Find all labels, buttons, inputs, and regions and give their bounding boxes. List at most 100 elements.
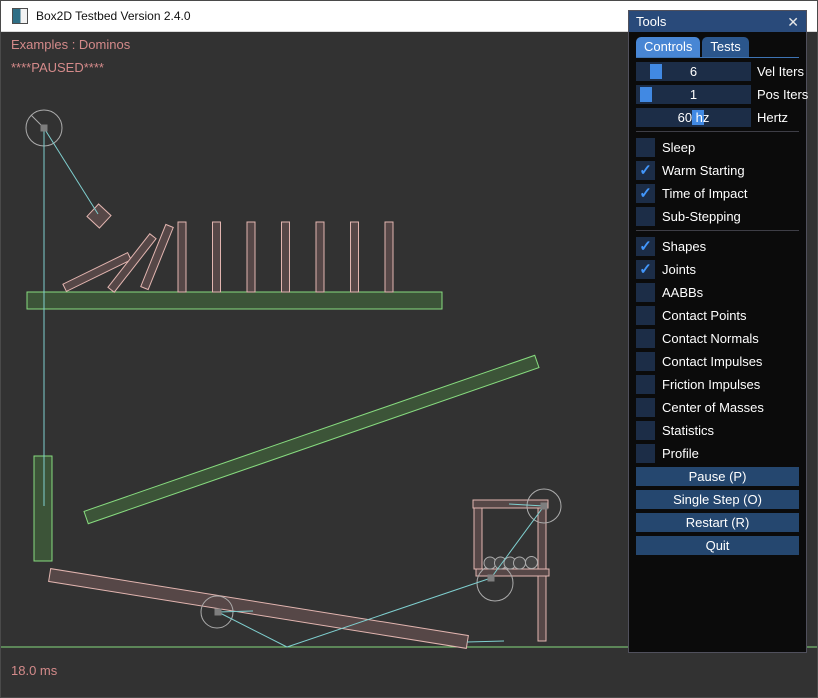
separator: [636, 131, 799, 132]
checkbox[interactable]: [636, 421, 655, 440]
checkbox-row-friction-impulses[interactable]: Friction Impulses: [636, 375, 799, 394]
frame-time-label: 18.0 ms: [11, 663, 57, 678]
standing-domino-3: [247, 222, 255, 292]
checkbox-label: Shapes: [662, 239, 706, 254]
checkbox[interactable]: ✓: [636, 184, 655, 203]
frame-shelf: [476, 569, 549, 576]
checkbox-label: Center of Masses: [662, 400, 764, 415]
joint-pendulum: [44, 128, 98, 214]
checkbox[interactable]: ✓: [636, 260, 655, 279]
checkbox-row-contact-points[interactable]: Contact Points: [636, 306, 799, 325]
checkbox-row-sleep[interactable]: Sleep: [636, 138, 799, 157]
checkbox-label: Time of Impact: [662, 186, 747, 201]
single-step-button[interactable]: Single Step (O): [636, 490, 799, 509]
checkbox-label: Profile: [662, 446, 699, 461]
anchor-seesaw: [215, 609, 222, 616]
checkmark-icon: ✓: [639, 186, 652, 201]
seesaw-plank: [49, 569, 469, 649]
checkbox[interactable]: [636, 207, 655, 226]
standing-domino-5: [316, 222, 324, 292]
checkbox[interactable]: ✓: [636, 237, 655, 256]
checkbox-label: Joints: [662, 262, 696, 277]
long-ramp: [84, 355, 539, 523]
slider-list: 6Vel Iters 1Pos Iters 60 hz Hertz: [636, 62, 799, 127]
anchor-shelf: [488, 575, 495, 582]
tab-underline: [636, 57, 799, 58]
checkbox[interactable]: ✓: [636, 161, 655, 180]
draw-options-group: ✓ Shapes ✓ Joints AABBs Contact Points Contact…: [636, 237, 799, 463]
checkbox-label: Sub-Stepping: [662, 209, 741, 224]
checkmark-icon: ✓: [639, 239, 652, 254]
checkbox-row-joints[interactable]: ✓ Joints: [636, 260, 799, 279]
slider-value: 6: [636, 62, 751, 81]
checkbox[interactable]: [636, 352, 655, 371]
checkbox[interactable]: [636, 444, 655, 463]
fallen-domino-3: [141, 224, 174, 289]
checkbox[interactable]: [636, 398, 655, 417]
tools-panel-titlebar[interactable]: Tools ✕: [629, 11, 806, 32]
app-window: Box2D Testbed Version 2.4.0 ✕ Examples :…: [0, 0, 818, 698]
checkbox-row-profile[interactable]: Profile: [636, 444, 799, 463]
checkbox-row-contact-normals[interactable]: Contact Normals: [636, 329, 799, 348]
standing-domino-7: [385, 222, 393, 292]
button-list: Pause (P) Single Step (O) Restart (R) Quit: [636, 467, 799, 555]
pause-button[interactable]: Pause (P): [636, 467, 799, 486]
checkbox-row-shapes[interactable]: ✓ Shapes: [636, 237, 799, 256]
tab-bar: ControlsTests: [636, 37, 799, 57]
checkbox-label: Sleep: [662, 140, 695, 155]
checkbox-label: Friction Impulses: [662, 377, 760, 392]
checkbox-label: Statistics: [662, 423, 714, 438]
checkbox-label: AABBs: [662, 285, 703, 300]
checkmark-icon: ✓: [639, 163, 652, 178]
domino-platform: [27, 292, 442, 309]
slider-label: Pos Iters: [757, 87, 808, 102]
tools-panel-close-icon[interactable]: ✕: [787, 15, 799, 29]
tab-controls[interactable]: Controls: [636, 37, 700, 57]
checkbox[interactable]: [636, 283, 655, 302]
checkbox-row-center-of-masses[interactable]: Center of Masses: [636, 398, 799, 417]
slider-pos-iters: 1Pos Iters: [636, 85, 799, 104]
checkbox-row-warm-starting[interactable]: ✓ Warm Starting: [636, 161, 799, 180]
standing-domino-6: [351, 222, 359, 292]
checkbox[interactable]: [636, 375, 655, 394]
checkbox[interactable]: [636, 138, 655, 157]
simulation-options-group: Sleep ✓ Warm Starting ✓ Time of Impact Sub-St…: [636, 138, 799, 226]
quit-button[interactable]: Quit: [636, 536, 799, 555]
checkbox-label: Warm Starting: [662, 163, 745, 178]
slider-value: 1: [636, 85, 751, 104]
checkbox-row-statistics[interactable]: Statistics: [636, 421, 799, 440]
tab-tests[interactable]: Tests: [702, 37, 748, 57]
checkbox-row-sub-stepping[interactable]: Sub-Stepping: [636, 207, 799, 226]
example-label: Examples : Dominos: [11, 37, 130, 52]
restart-button[interactable]: Restart (R): [636, 513, 799, 532]
paused-label: ****PAUSED****: [11, 60, 104, 75]
tools-panel-title: Tools: [636, 14, 666, 29]
joint-plank-end: [467, 641, 504, 642]
anchor-frame-top: [541, 503, 548, 510]
slider-track[interactable]: 1: [636, 85, 751, 104]
checkbox-row-aabbs[interactable]: AABBs: [636, 283, 799, 302]
checkbox[interactable]: [636, 329, 655, 348]
checkbox-label: Contact Impulses: [662, 354, 762, 369]
slider-vel-iters: 6Vel Iters: [636, 62, 799, 81]
slider-label: Hertz: [757, 110, 788, 125]
checkbox-row-time-of-impact[interactable]: ✓ Time of Impact: [636, 184, 799, 203]
anchor-pivot: [41, 125, 48, 132]
frame-left-post: [474, 508, 482, 569]
separator: [636, 230, 799, 231]
standing-domino-4: [282, 222, 290, 292]
slider-track[interactable]: 60 hz: [636, 108, 751, 127]
checkbox-row-contact-impulses[interactable]: Contact Impulses: [636, 352, 799, 371]
slider-label: Vel Iters: [757, 64, 804, 79]
pendulum-box: [87, 204, 111, 228]
checkbox-label: Contact Normals: [662, 331, 759, 346]
slider-value: 60 hz: [636, 108, 751, 127]
tools-panel: Tools ✕ ControlsTests 6Vel Iters1Pos Ite…: [628, 10, 807, 653]
slider-track[interactable]: 6: [636, 62, 751, 81]
shelf-ball-4: [514, 557, 526, 569]
vertical-plank: [34, 456, 52, 561]
checkbox-label: Contact Points: [662, 308, 747, 323]
checkmark-icon: ✓: [639, 262, 652, 277]
checkbox[interactable]: [636, 306, 655, 325]
standing-domino-2: [213, 222, 221, 292]
